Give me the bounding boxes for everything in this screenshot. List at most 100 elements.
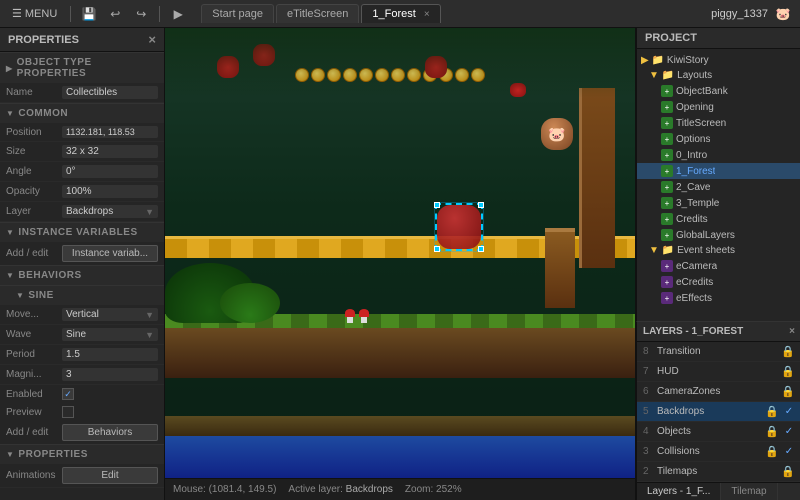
layout-icon-globallayers: +: [661, 229, 673, 241]
angle-value[interactable]: 0°: [62, 165, 158, 178]
section-properties2[interactable]: ▼ PROPERTIES: [0, 444, 164, 464]
layers-panel: LAYERS - 1_FOREST × 8 Transition 🔒 7 HUD…: [636, 321, 800, 500]
selected-sprite: [437, 205, 481, 249]
game-canvas[interactable]: 🐷: [165, 28, 635, 478]
tree-ecamera[interactable]: + eCamera: [637, 258, 800, 274]
layer-vis-3[interactable]: ✓: [783, 446, 795, 457]
layer-lock-3[interactable]: 🔒: [765, 445, 779, 458]
tab-layers[interactable]: Layers - 1_F...: [637, 483, 721, 500]
angle-label: Angle: [6, 166, 58, 177]
tree-3temple[interactable]: + 3_Temple: [637, 195, 800, 211]
size-value[interactable]: 32 x 32: [62, 145, 158, 158]
sel-handle-tr[interactable]: [478, 202, 484, 208]
tree-opening[interactable]: + Opening: [637, 99, 800, 115]
sel-handle-tl[interactable]: [434, 202, 440, 208]
project-panel: PROJECT ▶ 📁 KiwiStory ▼ 📁 Layouts + Obje…: [636, 28, 800, 321]
tree-titlescreen[interactable]: + TitleScreen: [637, 115, 800, 131]
section-sine[interactable]: ▼ SINE: [0, 285, 164, 305]
tab-1forest[interactable]: 1_Forest ×: [361, 4, 440, 23]
enabled-checkbox[interactable]: ✓: [62, 388, 74, 400]
play-button[interactable]: ▶: [167, 3, 189, 25]
layer-vis-5[interactable]: ✓: [783, 406, 795, 417]
layer-name-transition: Transition: [657, 346, 777, 357]
menu-button[interactable]: ☰ MENU: [6, 5, 63, 22]
tree-globallayers[interactable]: + GlobalLayers: [637, 227, 800, 243]
redo-button[interactable]: ↪: [130, 3, 152, 25]
tab-start-page[interactable]: Start page: [201, 4, 274, 23]
layer-lock-5[interactable]: 🔒: [765, 405, 779, 418]
instance-vars-row: Add / edit Instance variab...: [0, 242, 164, 265]
section-common[interactable]: ▼ COMMON: [0, 103, 164, 123]
sel-handle-bl[interactable]: [434, 246, 440, 252]
undo-button[interactable]: ↩: [104, 3, 126, 25]
tree-layouts-folder[interactable]: ▼ 📁 Layouts: [637, 68, 800, 83]
editor-tabs: Start page eTitleScreen 1_Forest ×: [201, 4, 440, 23]
layer-num-5: 5: [643, 406, 653, 417]
layer-row-6[interactable]: 6 CameraZones 🔒: [637, 382, 800, 402]
layer-row-7[interactable]: 7 HUD 🔒: [637, 362, 800, 382]
section-common-label: COMMON: [18, 108, 68, 119]
tab-close-icon[interactable]: ×: [424, 9, 430, 20]
layer-row-4[interactable]: 4 Objects 🔒 ✓: [637, 422, 800, 442]
animations-edit-button[interactable]: Edit: [62, 467, 158, 484]
right-column: PROJECT ▶ 📁 KiwiStory ▼ 📁 Layouts + Obje…: [635, 28, 800, 500]
tree-2cave[interactable]: + 2_Cave: [637, 179, 800, 195]
layer-lock-6[interactable]: 🔒: [781, 385, 795, 398]
tab-etitlescreen[interactable]: eTitleScreen: [276, 4, 359, 23]
layer-name-collisions: Collisions: [657, 446, 761, 457]
properties-close-button[interactable]: ×: [148, 32, 156, 47]
avatar-icon[interactable]: 🐷: [772, 3, 794, 25]
instance-add-label: Add / edit: [6, 248, 58, 259]
behaviors-add-label: Add / edit: [6, 427, 58, 438]
section-instance-vars[interactable]: ▼ INSTANCE VARIABLES: [0, 222, 164, 242]
layer-lock-2[interactable]: 🔒: [781, 465, 795, 478]
magni-value[interactable]: 3: [62, 368, 158, 381]
name-prop-row: Name Collectibles: [0, 83, 164, 103]
layer-name-backdrops: Backdrops: [657, 406, 761, 417]
mushroom-2: [359, 309, 369, 323]
tree-root[interactable]: ▶ 📁 KiwiStory: [637, 53, 800, 68]
layer-lock-4[interactable]: 🔒: [765, 425, 779, 438]
layer-row-5[interactable]: 5 Backdrops 🔒 ✓: [637, 402, 800, 422]
layer-row-2[interactable]: 2 Tilemaps 🔒: [637, 462, 800, 482]
layer-vis-4[interactable]: ✓: [783, 426, 795, 437]
section-object-type-label: OBJECT TYPE PROPERTIES: [17, 57, 158, 79]
mushroom-cap-1: [345, 309, 355, 317]
tab-tilemap[interactable]: Tilemap: [721, 483, 777, 500]
sel-handle-br[interactable]: [478, 246, 484, 252]
selection-box[interactable]: [435, 203, 483, 251]
layer-value[interactable]: Backdrops ▼: [62, 205, 158, 218]
preview-checkbox[interactable]: [62, 406, 74, 418]
tree-credits[interactable]: + Credits: [637, 211, 800, 227]
section-object-type[interactable]: ▶ OBJECT TYPE PROPERTIES: [0, 52, 164, 83]
right-platform: [545, 228, 575, 308]
section-behaviors[interactable]: ▼ BEHAVIORS: [0, 265, 164, 285]
layer-lock-7[interactable]: 🔒: [781, 365, 795, 378]
tree-eeffects[interactable]: + eEffects: [637, 290, 800, 306]
properties-header: PROPERTIES ×: [0, 28, 164, 52]
layer-lock-8[interactable]: 🔒: [781, 345, 795, 358]
layer-row-8[interactable]: 8 Transition 🔒: [637, 342, 800, 362]
opacity-value[interactable]: 100%: [62, 185, 158, 198]
tree-1forest[interactable]: + 1_Forest: [637, 163, 800, 179]
layout-label-globallayers: GlobalLayers: [676, 230, 735, 241]
ground-dirt: [165, 328, 635, 378]
instance-add-button[interactable]: Instance variab...: [62, 245, 158, 262]
tree-0intro[interactable]: + 0_Intro: [637, 147, 800, 163]
behaviors-add-button[interactable]: Behaviors: [62, 424, 158, 441]
layout-label-options: Options: [676, 134, 710, 145]
tree-options[interactable]: + Options: [637, 131, 800, 147]
move-value[interactable]: Vertical ▼: [62, 308, 158, 321]
tree-objectbank[interactable]: + ObjectBank: [637, 83, 800, 99]
root-label: KiwiStory: [667, 55, 709, 66]
position-value[interactable]: 1132.181, 118.53: [62, 126, 158, 138]
layer-name-hud: HUD: [657, 366, 777, 377]
save-button[interactable]: 💾: [78, 3, 100, 25]
tree-events-folder[interactable]: ▼ 📁 Event sheets: [637, 243, 800, 258]
layer-row-3[interactable]: 3 Collisions 🔒 ✓: [637, 442, 800, 462]
behaviors-arrow-icon: ▼: [6, 271, 14, 280]
wave-value[interactable]: Sine ▼: [62, 328, 158, 341]
tree-ecredits[interactable]: + eCredits: [637, 274, 800, 290]
layers-close-icon[interactable]: ×: [789, 326, 795, 337]
period-value[interactable]: 1.5: [62, 348, 158, 361]
